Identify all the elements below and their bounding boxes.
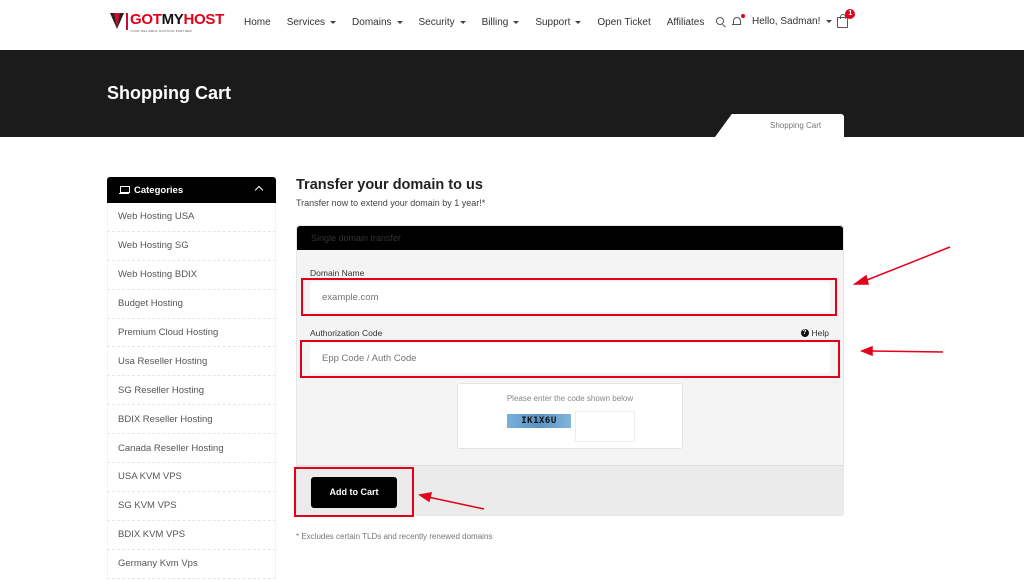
arrow-to-auth-field <box>869 350 944 353</box>
arrow-to-domain-field <box>861 246 951 283</box>
arrow-head-domain <box>852 274 869 285</box>
annotation-arrows <box>418 246 951 510</box>
arrow-head-auth <box>859 345 873 357</box>
arrow-head-cart <box>418 492 433 503</box>
arrow-to-add-to-cart <box>427 496 485 510</box>
